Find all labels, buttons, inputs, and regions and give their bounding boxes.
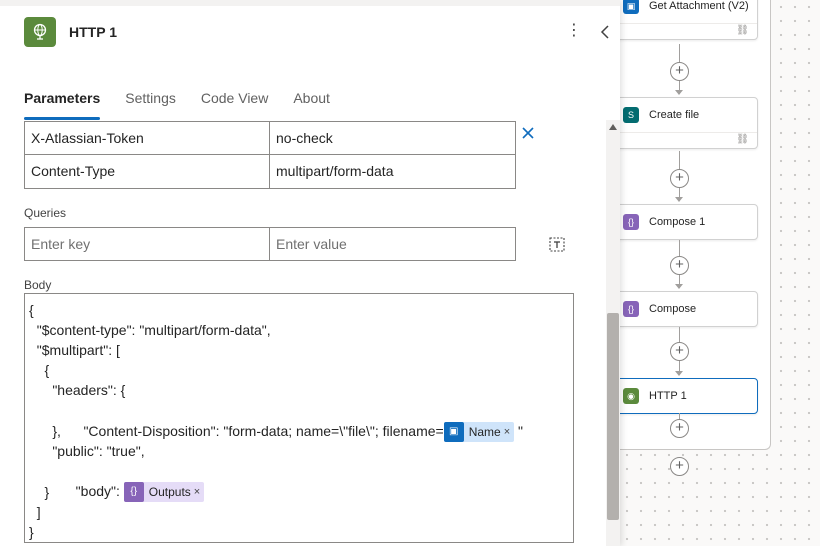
more-options-button[interactable]: ⋮: [566, 22, 582, 42]
compose-icon: {}: [623, 301, 639, 317]
body-editor[interactable]: { "$content-type": "multipart/form-data"…: [24, 293, 574, 543]
add-step-button[interactable]: +: [670, 342, 689, 361]
code-text: ": [514, 423, 524, 439]
tab-about[interactable]: About: [293, 90, 330, 120]
code-line: ]: [29, 504, 41, 520]
node-compose-1[interactable]: {} Compose 1: [620, 204, 758, 240]
add-step-button[interactable]: +: [670, 169, 689, 188]
link-icon: ⛓: [736, 134, 749, 145]
code-line: },: [29, 423, 61, 439]
delete-row-button[interactable]: [520, 125, 536, 141]
node-label: Get Attachment (V2): [649, 0, 749, 12]
link-icon: ⛓: [736, 25, 749, 36]
code-line: "public": "true",: [29, 443, 145, 459]
http-globe-icon: [24, 17, 56, 47]
node-get-attachment[interactable]: ▣ Get Attachment (V2) ⛓: [620, 0, 758, 40]
outlook-icon: ▣: [623, 0, 639, 14]
code-text: "body":: [52, 483, 124, 499]
http-icon: ◉: [623, 388, 639, 404]
add-step-button[interactable]: +: [670, 256, 689, 275]
arrow: [675, 197, 683, 202]
header-row: Content-Type multipart/form-data: [24, 155, 516, 189]
node-label: Compose 1: [649, 216, 706, 228]
collapse-panel-button[interactable]: [597, 22, 613, 42]
token-label: Name: [468, 425, 501, 440]
dynamic-content-token-name[interactable]: ▣ Name ×: [443, 422, 515, 443]
code-text: "Content-Disposition": "form-data; name=…: [52, 423, 444, 439]
node-create-file[interactable]: S Create file ⛓: [620, 97, 758, 149]
tab-list: Parameters Settings Code View About: [24, 90, 355, 120]
panel-top-border: [0, 0, 620, 6]
close-icon: [522, 127, 534, 139]
compose-icon: {}: [623, 214, 639, 230]
code-line: "headers": {: [29, 382, 126, 398]
add-step-button[interactable]: +: [670, 457, 689, 476]
token-label: Outputs: [148, 485, 191, 500]
outlook-icon: ▣: [443, 422, 464, 443]
node-compose[interactable]: {} Compose: [620, 291, 758, 327]
flow-canvas[interactable]: ▣ Get Attachment (V2) ⛓ + S Create file …: [620, 0, 820, 546]
queries-label: Queries: [24, 206, 67, 220]
node-label: Compose: [649, 303, 697, 315]
node-http-1[interactable]: ◉ HTTP 1: [620, 378, 758, 414]
tab-settings[interactable]: Settings: [125, 90, 176, 120]
code-line: {: [29, 362, 50, 378]
body-label: Body: [24, 278, 52, 292]
panel-title: HTTP 1: [69, 24, 117, 40]
switch-to-text-mode-button[interactable]: [547, 234, 567, 254]
tab-code-view[interactable]: Code View: [201, 90, 268, 120]
scroll-up-arrow-icon[interactable]: [609, 124, 617, 130]
remove-token-button[interactable]: ×: [504, 422, 510, 442]
node-label: Create file: [649, 109, 700, 121]
add-step-button[interactable]: +: [670, 419, 689, 438]
chevron-left-icon: [600, 25, 609, 39]
arrow: [675, 284, 683, 289]
query-value-input[interactable]: Enter value: [270, 227, 516, 261]
sharepoint-icon: S: [623, 107, 639, 123]
arrow: [675, 371, 683, 376]
code-line: {: [29, 302, 34, 318]
node-label: HTTP 1: [649, 390, 687, 402]
tab-parameters[interactable]: Parameters: [24, 90, 101, 120]
query-key-input[interactable]: Enter key: [24, 227, 270, 261]
code-line-body: "body": {} Outputs ×: [29, 461, 205, 503]
header-row: X-Atlassian-Token no-check: [24, 121, 516, 155]
code-line: "$multipart": [: [29, 342, 120, 358]
text-mode-icon: [549, 237, 565, 252]
header-value-field[interactable]: multipart/form-data: [270, 155, 516, 189]
remove-token-button[interactable]: ×: [194, 482, 200, 502]
query-row: Enter key Enter value: [24, 227, 516, 261]
arrow: [675, 90, 683, 95]
add-step-button[interactable]: +: [670, 62, 689, 81]
code-line: "$content-type": "multipart/form-data",: [29, 322, 271, 338]
action-details-panel: HTTP 1 ⋮ Parameters Settings Code View A…: [0, 0, 620, 546]
scrollbar-thumb[interactable]: [607, 313, 619, 520]
dynamic-content-token-outputs[interactable]: {} Outputs ×: [123, 482, 205, 503]
code-line: }: [29, 484, 50, 500]
header-key-field[interactable]: Content-Type: [24, 155, 270, 189]
compose-icon: {}: [123, 482, 144, 503]
code-line-filename: "Content-Disposition": "form-data; name=…: [29, 401, 523, 443]
header-key-field[interactable]: X-Atlassian-Token: [24, 121, 270, 155]
code-line: }: [29, 524, 34, 540]
header-value-field[interactable]: no-check: [270, 121, 516, 155]
